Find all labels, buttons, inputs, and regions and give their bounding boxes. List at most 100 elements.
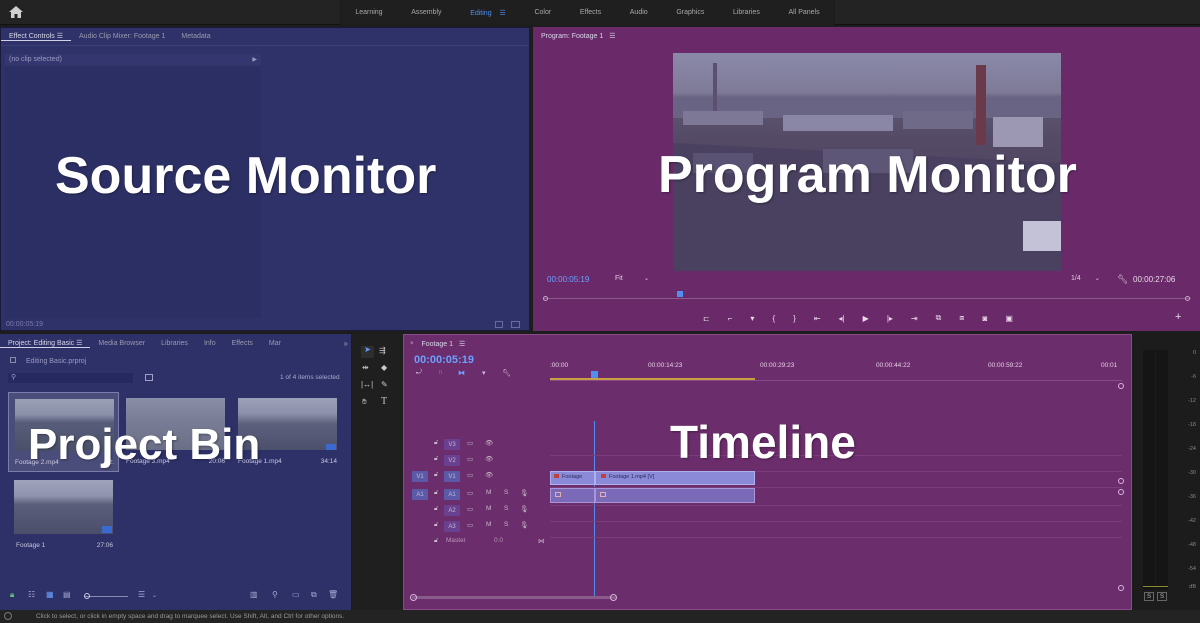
scrubber-end-handle[interactable] [1185, 296, 1190, 301]
tab-libraries[interactable]: Libraries [153, 340, 196, 347]
resolution-dropdown[interactable]: 1/4 ⌄ [1071, 275, 1107, 282]
solo-left-button[interactable]: S [1144, 592, 1154, 601]
lock-icon[interactable]: 🔓︎ [434, 455, 438, 463]
tab-effects[interactable]: Effects [224, 340, 261, 347]
program-scrubber[interactable] [543, 291, 1191, 301]
nest-icon[interactable]: ⤾ [416, 369, 422, 377]
scrollbar-handle-right[interactable] [610, 594, 617, 601]
master-volume[interactable]: 0.0 [494, 537, 503, 544]
snap-icon[interactable]: ∩ [438, 369, 443, 376]
timeline-clip-video[interactable]: Footage 1.mp4 [V] [595, 471, 755, 485]
tab-effect-controls[interactable]: Effect Controls ☰ [1, 32, 72, 41]
icon-view-icon[interactable]: ▦ [46, 590, 54, 599]
lock-icon[interactable]: 🔓︎ [434, 471, 438, 479]
go-to-in-point-icon[interactable]: ⇤ [814, 314, 821, 323]
track-select-tool-icon[interactable]: ⇶ [379, 347, 386, 355]
tab-metadata[interactable]: Metadata [173, 33, 218, 40]
solo-right-button[interactable]: S [1157, 592, 1167, 601]
sort-icon[interactable]: ☰ [138, 590, 145, 599]
freeform-view-icon[interactable]: ▤ [63, 590, 71, 599]
compare-icon[interactable]: ▣ [1005, 314, 1013, 323]
fit-dropdown[interactable]: Fit ⌄ [615, 275, 651, 285]
time-ruler[interactable]: :00:00 00:00:14:23 00:00:29:23 00:00:44:… [550, 357, 1122, 381]
sync-lock-icon[interactable]: ▭ [467, 471, 473, 479]
solo-button[interactable]: S [504, 505, 508, 512]
tab-sequence[interactable]: Footage 1 ☰ [414, 340, 474, 348]
track-a1-label[interactable]: A1 [444, 489, 460, 500]
step-back-icon[interactable]: ◂| [839, 314, 845, 323]
list-view-icon[interactable]: ☷ [28, 590, 35, 599]
timeline-clip-audio[interactable] [595, 488, 755, 503]
more-tabs-icon[interactable]: » [344, 339, 348, 348]
add-marker-icon[interactable]: ▾ [482, 369, 486, 377]
timeline-clip-video[interactable]: Footage [550, 471, 595, 485]
mute-button[interactable]: M [486, 505, 491, 512]
vertical-zoom-handle[interactable] [1118, 585, 1124, 591]
linked-selection-icon[interactable]: ⧓ [458, 369, 465, 377]
tab-media-browser[interactable]: Media Browser [90, 340, 153, 347]
go-to-out-point-icon[interactable]: ⇥ [911, 314, 918, 323]
workspace-assembly[interactable]: Assembly [407, 9, 445, 16]
go-to-out-brace-icon[interactable]: } [793, 314, 796, 323]
step-forward-icon[interactable]: |▸ [887, 314, 893, 323]
tab-menu-icon[interactable]: ☰ [76, 340, 82, 347]
lock-icon[interactable]: 🔓︎ [434, 537, 438, 545]
mark-in-icon[interactable]: ⊏ [703, 314, 710, 323]
lift-icon[interactable]: ⧉ [936, 313, 942, 323]
type-tool-icon[interactable]: T [381, 397, 387, 407]
chevron-down-icon[interactable]: ⌄ [152, 592, 157, 599]
tab-menu-icon[interactable]: ☰ [57, 33, 63, 40]
microphone-icon[interactable]: 🎙︎ [520, 489, 528, 497]
track-a3-label[interactable]: A3 [444, 521, 460, 532]
eye-icon[interactable]: 👁︎ [485, 471, 493, 479]
work-area-bar[interactable] [550, 378, 755, 380]
playhead-handle[interactable] [591, 371, 598, 378]
lock-icon[interactable]: 🔓︎ [434, 521, 438, 529]
lock-icon[interactable]: 🔒︎ [10, 590, 14, 600]
project-item[interactable]: Footage 1 27:06 [8, 476, 119, 556]
sync-lock-icon[interactable]: ▭ [467, 439, 473, 447]
export-icon[interactable] [511, 321, 520, 328]
solo-button[interactable]: S [504, 489, 508, 496]
microphone-icon[interactable]: 🎙︎ [520, 521, 528, 529]
new-bin-button-icon[interactable]: ▭ [292, 590, 300, 599]
source-patch-v1[interactable]: V1 [412, 471, 428, 482]
track-v1-label[interactable]: V1 [444, 471, 460, 482]
tab-markers[interactable]: Mar [261, 340, 289, 347]
mark-out-icon[interactable]: ⌐ [728, 314, 733, 323]
track-v3-label[interactable]: V3 [444, 439, 460, 450]
horizontal-scrollbar[interactable] [412, 596, 616, 599]
workspace-libraries[interactable]: Libraries [729, 9, 764, 16]
lock-icon[interactable]: 🔓︎ [434, 439, 438, 447]
eye-icon[interactable]: 👁︎ [485, 439, 493, 447]
vertical-zoom-handle[interactable] [1118, 383, 1124, 389]
workspace-audio[interactable]: Audio [626, 9, 652, 16]
lock-icon[interactable]: 🔓︎ [434, 505, 438, 513]
vertical-zoom-handle[interactable] [1118, 478, 1124, 484]
timeline-timecode[interactable]: 00:00:05:19 [414, 354, 474, 366]
razor-tool-icon[interactable]: ◆ [381, 364, 387, 372]
find-icon[interactable]: ⚲ [272, 590, 278, 599]
slip-tool-icon[interactable]: |↔| [361, 381, 373, 389]
search-input[interactable]: ⚲ [8, 373, 133, 383]
workspace-editing[interactable]: Editing ☰ [466, 9, 510, 17]
scrubber-start-handle[interactable] [543, 296, 548, 301]
workspace-learning[interactable]: Learning [351, 9, 386, 16]
tab-program[interactable]: Program: Footage 1 ☰ [533, 32, 624, 40]
sync-lock-icon[interactable]: ▭ [467, 505, 473, 513]
track-a2-label[interactable]: A2 [444, 505, 460, 516]
solo-button[interactable]: S [504, 521, 508, 528]
zoom-slider-handle[interactable] [84, 593, 90, 599]
vertical-zoom-handle[interactable] [1118, 489, 1124, 495]
fx-icon[interactable]: ⋈ [538, 537, 545, 545]
tab-project[interactable]: Project: Editing Basic ☰ [0, 339, 91, 348]
add-button-icon[interactable]: + [1175, 311, 1181, 323]
go-to-in-brace-icon[interactable]: { [772, 314, 775, 323]
pen-tool-icon[interactable]: ✎ [381, 381, 388, 389]
wrench-icon[interactable]: 🔧︎ [502, 369, 511, 377]
mute-button[interactable]: M [486, 521, 491, 528]
home-icon[interactable] [8, 5, 26, 21]
trash-icon[interactable]: 🗑︎ [328, 590, 338, 599]
zoom-slider[interactable] [84, 596, 128, 597]
track-v2-label[interactable]: V2 [444, 455, 460, 466]
